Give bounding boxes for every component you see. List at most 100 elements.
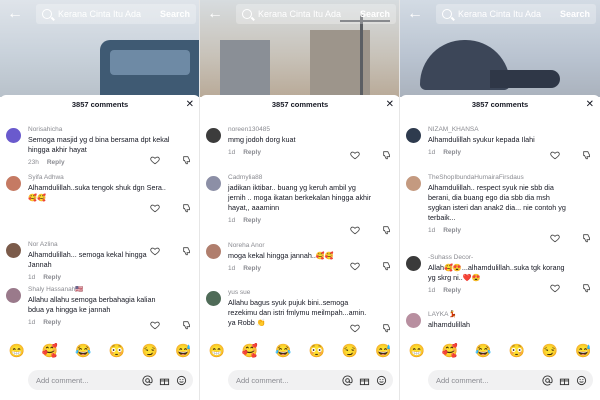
emoji-button[interactable]: 🥰 [442, 343, 458, 359]
screenshot-collage: ← Kerana Cinta Itu Ada Search 3857 comme… [0, 0, 600, 400]
search-button[interactable]: Search [360, 9, 390, 19]
back-arrow-icon[interactable]: ← [4, 3, 26, 25]
like-heart-icon[interactable] [150, 246, 160, 256]
emoji-button[interactable]: 🥰 [42, 343, 58, 359]
avatar[interactable] [406, 256, 421, 271]
reply-button[interactable]: Reply [243, 217, 261, 224]
emoji-button[interactable]: 😅 [575, 343, 591, 359]
add-comment-input[interactable]: Add comment... [28, 370, 193, 390]
comment-username[interactable]: -Suhass Decor- [428, 253, 572, 262]
avatar[interactable] [6, 176, 21, 191]
search-bar[interactable]: Kerana Cinta Itu Ada Search [36, 4, 196, 24]
avatar[interactable] [206, 244, 221, 259]
comment-text: mmg jodoh dorg kuat [228, 135, 296, 144]
dislike-icon[interactable] [182, 320, 192, 330]
like-heart-icon[interactable] [150, 203, 160, 213]
avatar[interactable] [6, 288, 21, 303]
cap-image [420, 40, 560, 90]
like-heart-icon[interactable] [150, 155, 160, 165]
emoji-button[interactable]: 😏 [142, 343, 158, 359]
like-heart-icon[interactable] [350, 323, 360, 333]
comment-username[interactable]: yus sue [228, 288, 372, 297]
dislike-icon[interactable] [182, 246, 192, 256]
avatar[interactable] [406, 313, 421, 328]
close-icon[interactable]: ✕ [586, 95, 594, 115]
emoji-button[interactable]: 😂 [475, 343, 491, 359]
emoji-button[interactable]: 😁 [409, 343, 425, 359]
like-heart-icon[interactable] [550, 283, 560, 293]
reply-button[interactable]: Reply [43, 319, 61, 326]
emoji-button[interactable]: 😳 [109, 343, 125, 359]
dislike-icon[interactable] [382, 261, 392, 271]
comment-username[interactable]: Cadmylia88 [228, 173, 372, 182]
emoji-button[interactable]: 😂 [275, 343, 291, 359]
comment-username[interactable]: NIZAM_KHANSA [428, 125, 572, 134]
comment-username[interactable]: Syifa Adhwa [28, 173, 172, 182]
comment-username[interactable]: LAYKA💃 [428, 310, 572, 319]
search-bar[interactable]: Kerana Cinta Itu Ada Search [436, 4, 596, 24]
gift-icon[interactable] [559, 375, 570, 386]
dislike-icon[interactable] [382, 323, 392, 333]
search-button[interactable]: Search [160, 9, 190, 19]
dislike-icon[interactable] [182, 155, 192, 165]
add-comment-input[interactable]: Add comment... [228, 370, 393, 390]
dislike-icon[interactable] [382, 225, 392, 235]
like-heart-icon[interactable] [350, 225, 360, 235]
mention-icon[interactable] [342, 374, 353, 386]
dislike-icon[interactable] [582, 150, 592, 160]
dislike-icon[interactable] [582, 283, 592, 293]
like-heart-icon[interactable] [150, 320, 160, 330]
emoji-button[interactable]: 😳 [309, 343, 325, 359]
emoji-picker-icon[interactable] [176, 375, 187, 386]
search-bar[interactable]: Kerana Cinta Itu Ada Search [236, 4, 396, 24]
comment-username[interactable]: Noreha Anor [228, 241, 372, 250]
gift-icon[interactable] [359, 375, 370, 386]
emoji-button[interactable]: 😏 [342, 343, 358, 359]
comment-username[interactable]: TheShopIbundaHumairaFirsdaus [428, 173, 572, 182]
back-arrow-icon[interactable]: ← [204, 3, 226, 25]
like-heart-icon[interactable] [550, 233, 560, 243]
dislike-icon[interactable] [182, 203, 192, 213]
reply-button[interactable]: Reply [443, 287, 461, 294]
emoji-button[interactable]: 😁 [209, 343, 225, 359]
avatar[interactable] [406, 128, 421, 143]
reply-button[interactable]: Reply [243, 265, 261, 272]
like-heart-icon[interactable] [350, 150, 360, 160]
reply-button[interactable]: Reply [43, 274, 61, 281]
reply-button[interactable]: Reply [47, 159, 65, 166]
close-icon[interactable]: ✕ [386, 95, 394, 115]
dislike-icon[interactable] [582, 233, 592, 243]
gift-icon[interactable] [159, 375, 170, 386]
avatar[interactable] [6, 243, 21, 258]
emoji-button[interactable]: 😂 [75, 343, 91, 359]
comment-username[interactable]: Norisahicha [28, 125, 172, 134]
emoji-button[interactable]: 😁 [9, 343, 25, 359]
add-comment-input[interactable]: Add comment... [428, 370, 593, 390]
search-button[interactable]: Search [560, 9, 590, 19]
avatar[interactable] [406, 176, 421, 191]
like-heart-icon[interactable] [550, 150, 560, 160]
avatar[interactable] [206, 291, 221, 306]
comment-time: 1d [228, 265, 236, 272]
reply-button[interactable]: Reply [443, 149, 461, 156]
emoji-picker-icon[interactable] [376, 375, 387, 386]
emoji-picker-icon[interactable] [576, 375, 587, 386]
avatar[interactable] [206, 176, 221, 191]
reply-button[interactable]: Reply [443, 227, 461, 234]
emoji-button[interactable]: 😅 [375, 343, 391, 359]
close-icon[interactable]: ✕ [186, 95, 194, 115]
comment-username[interactable]: Shaly Hassanah🇺🇸 [28, 285, 172, 294]
back-arrow-icon[interactable]: ← [404, 3, 426, 25]
emoji-button[interactable]: 😏 [542, 343, 558, 359]
dislike-icon[interactable] [382, 150, 392, 160]
avatar[interactable] [206, 128, 221, 143]
mention-icon[interactable] [142, 374, 153, 386]
like-heart-icon[interactable] [350, 261, 360, 271]
mention-icon[interactable] [542, 374, 553, 386]
avatar[interactable] [6, 128, 21, 143]
emoji-button[interactable]: 😅 [175, 343, 191, 359]
emoji-button[interactable]: 😳 [509, 343, 525, 359]
comment-username[interactable]: noreen130485 [228, 125, 372, 134]
emoji-button[interactable]: 🥰 [242, 343, 258, 359]
reply-button[interactable]: Reply [243, 149, 261, 156]
